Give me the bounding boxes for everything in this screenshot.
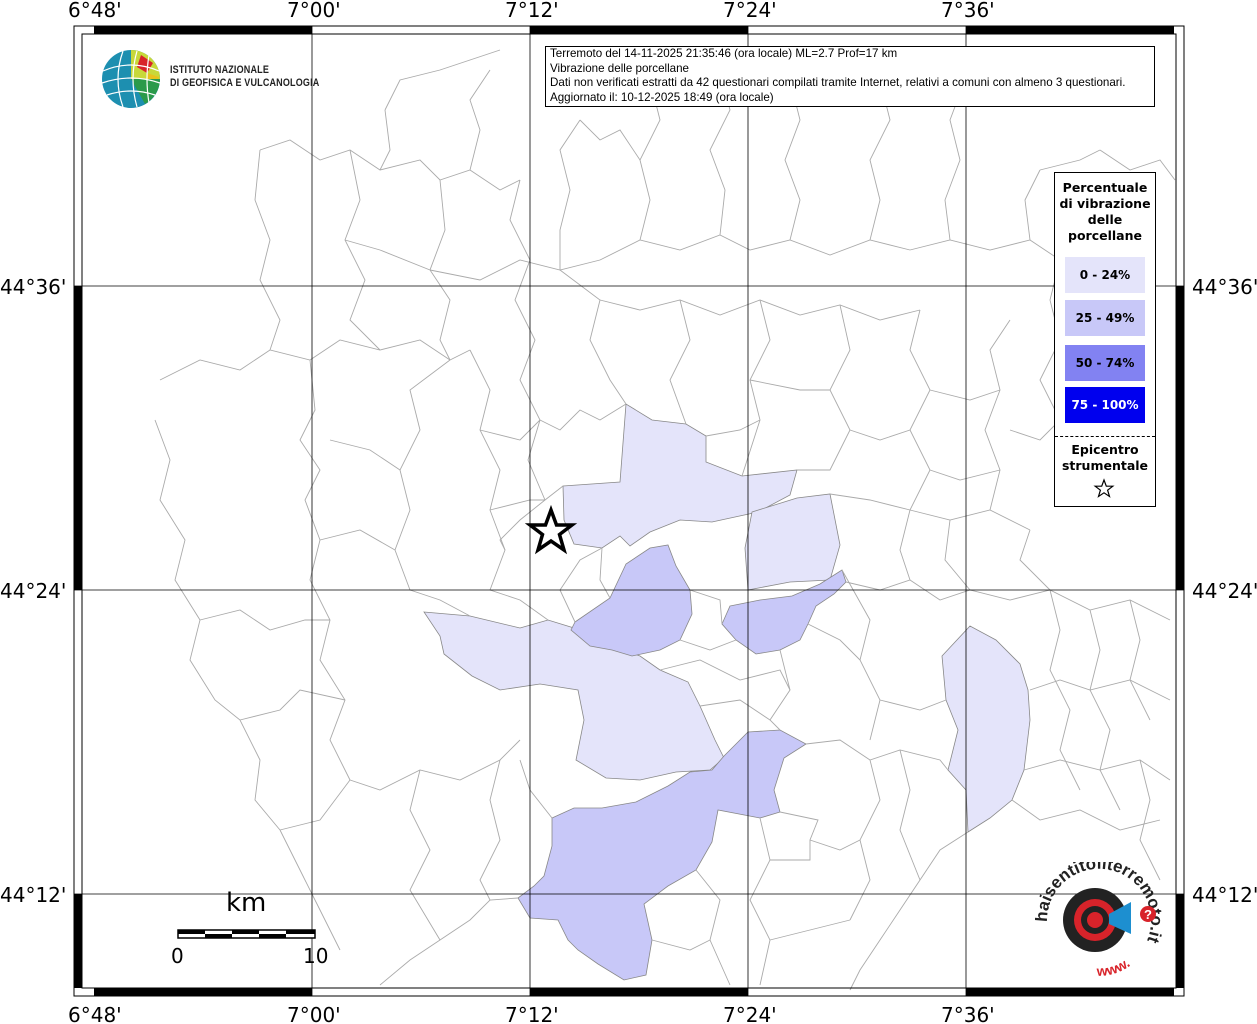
legend-class-2: 50 - 74% xyxy=(1065,345,1145,381)
logo-line-1: ISTITUTO NAZIONALE xyxy=(170,64,270,76)
data-disclaimer: Dati non verificati estratti da 42 quest… xyxy=(550,76,1126,90)
scale-start-label: 0 xyxy=(171,944,184,968)
epicenter-legend-label: Epicentro strumentale xyxy=(1061,442,1149,473)
lat-ticks-right: 44°36' 44°24' 44°12' xyxy=(1192,275,1257,907)
legend-class-0: 0 - 24% xyxy=(1065,257,1145,293)
lon-tick-label: 7°36' xyxy=(941,1003,995,1024)
globe-icon xyxy=(101,50,161,108)
svg-text:?: ? xyxy=(1144,907,1152,922)
lat-ticks-left: 44°36' 44°24' 44°12' xyxy=(0,275,66,907)
event-info-box: Terremoto del 14-11-2025 21:35:46 (ora l… xyxy=(545,46,1155,107)
legend-title: Percentuale di vibrazione delle porcellane xyxy=(1059,180,1151,243)
lat-tick-label: 44°36' xyxy=(1192,275,1257,299)
logo-line-2: DI GEOFISICA E VULCANOLOGIA xyxy=(170,77,320,89)
svg-text:www.: www. xyxy=(1095,955,1132,979)
scale-bar xyxy=(177,929,316,939)
legend: Percentuale di vibrazione delle porcellane … xyxy=(1054,172,1156,507)
event-title: Terremoto del 14-11-2025 21:35:46 (ora l… xyxy=(550,47,898,60)
legend-class-label: 25 - 49% xyxy=(1075,311,1135,325)
lat-tick-label: 44°36' xyxy=(0,275,66,299)
map-subject: Vibrazione delle porcellane xyxy=(550,61,690,75)
lon-tick-label: 6°48' xyxy=(68,0,122,22)
lon-tick-label: 7°24' xyxy=(723,1003,777,1024)
lat-tick-label: 44°24' xyxy=(1192,579,1257,603)
lat-tick-label: 44°24' xyxy=(0,579,66,603)
lon-tick-label: 7°12' xyxy=(505,1003,559,1024)
lon-tick-label: 6°48' xyxy=(68,1003,122,1024)
legend-class-1: 25 - 49% xyxy=(1065,300,1145,336)
lon-ticks-top: 6°48' 7°00' 7°12' 7°24' 7°36' xyxy=(68,0,995,22)
ingv-logo-text: ISTITUTO NAZIONALE DI GEOFISICA E VULCAN… xyxy=(170,64,319,90)
update-timestamp: Aggiornato il: 10-12-2025 18:49 (ora loc… xyxy=(550,90,774,104)
legend-class-3: 75 - 100% xyxy=(1065,387,1145,423)
legend-separator xyxy=(1055,436,1155,437)
lon-tick-label: 7°00' xyxy=(287,0,341,22)
legend-class-label: 75 - 100% xyxy=(1071,398,1139,412)
scale-unit-label: km xyxy=(226,888,267,918)
legend-class-label: 50 - 74% xyxy=(1075,356,1135,370)
lon-ticks-bottom: 6°48' 7°00' 7°12' 7°24' 7°36' xyxy=(68,1003,995,1024)
lon-tick-label: 7°36' xyxy=(941,0,995,22)
lon-tick-label: 7°00' xyxy=(287,1003,341,1024)
ingv-logo: ISTITUTO NAZIONALE DI GEOFISICA E VULCAN… xyxy=(101,49,321,109)
haisentito-logo: haisentitoilterremoto.it www. ? xyxy=(1035,862,1165,979)
lon-tick-label: 7°12' xyxy=(505,0,559,22)
legend-class-label: 0 - 24% xyxy=(1079,268,1131,282)
epicenter-legend-star-icon xyxy=(1093,478,1115,498)
lon-tick-label: 7°24' xyxy=(723,0,777,22)
lat-tick-label: 44°12' xyxy=(0,883,66,907)
scale-end-label: 10 xyxy=(303,944,329,968)
lat-tick-label: 44°12' xyxy=(1192,883,1257,907)
watermark-url: www. xyxy=(1095,955,1132,979)
